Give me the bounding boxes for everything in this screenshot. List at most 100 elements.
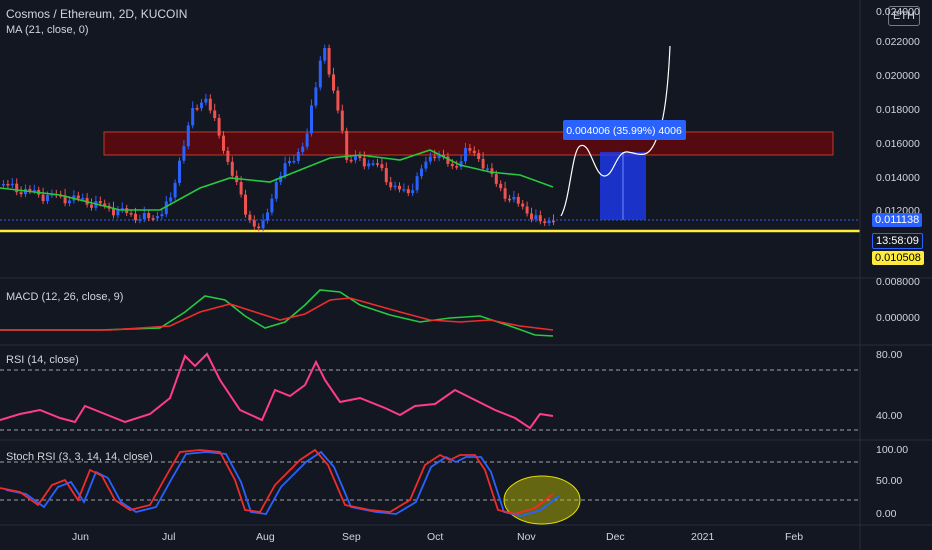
candle [156, 216, 159, 219]
candle [147, 213, 151, 219]
candle [508, 198, 511, 201]
candle [296, 151, 300, 161]
price-axis-label: 0.018000 [876, 104, 920, 116]
candle [543, 221, 547, 224]
candle [490, 168, 494, 175]
candle [178, 160, 181, 183]
candle [257, 226, 261, 229]
candle [424, 161, 428, 169]
candle [138, 219, 142, 221]
candle [420, 168, 423, 177]
candle [464, 148, 467, 162]
chart-title: Cosmos / Ethereum, 2D, KUCOIN [6, 7, 188, 21]
candle [98, 201, 102, 204]
candle [499, 183, 503, 189]
candle [516, 196, 520, 204]
candle [239, 181, 243, 195]
candle [116, 209, 120, 216]
candle [340, 110, 344, 131]
candle [494, 174, 498, 184]
chart-canvas[interactable]: 0.004006 (35.99%) 4006 [0, 0, 932, 550]
highlight-ellipse [503, 475, 581, 525]
time-axis-label: Jun [72, 531, 89, 543]
candle [411, 190, 415, 194]
candle [402, 189, 406, 191]
candle [261, 220, 265, 229]
candle [15, 183, 19, 193]
candle [81, 198, 85, 200]
candle [226, 150, 230, 162]
rsi-pane [0, 352, 860, 431]
candle [433, 156, 437, 159]
candle [244, 194, 247, 215]
price-axis-label: 0.020000 [876, 70, 920, 82]
stoch-axis-50: 50.00 [876, 475, 903, 487]
candle [305, 133, 309, 147]
ma-indicator-label[interactable]: MA (21, close, 0) [6, 24, 89, 36]
candle [398, 185, 401, 190]
support-price-tag: 0.010508 [872, 251, 924, 265]
price-axis-label: 0.014000 [876, 172, 920, 184]
candle [204, 98, 208, 103]
candle [6, 184, 10, 186]
candle [19, 192, 23, 195]
time-axis-label: Oct [427, 531, 444, 543]
countdown-tag: 13:58:09 [872, 233, 923, 249]
candle [2, 184, 5, 186]
candle [230, 161, 234, 176]
candle [323, 48, 327, 61]
candle [428, 156, 432, 162]
candle [358, 155, 362, 159]
time-axis-label: Dec [606, 531, 625, 543]
candle [455, 166, 459, 168]
stoch-axis-100: 100.00 [876, 444, 909, 456]
time-axis-label: Jul [162, 531, 176, 543]
candle [134, 213, 137, 221]
candle [310, 105, 313, 134]
stoch-rsi-label[interactable]: Stoch RSI (3, 3, 14, 14, close) [6, 451, 153, 463]
rsi-line [0, 352, 554, 430]
candle [288, 160, 291, 164]
candle [182, 146, 186, 161]
candle [217, 118, 221, 136]
candle [371, 163, 375, 165]
candle [129, 213, 133, 215]
candle [552, 220, 555, 223]
candle [76, 195, 80, 199]
candle [406, 189, 410, 194]
rsi-label[interactable]: RSI (14, close) [6, 354, 79, 366]
candle [222, 135, 225, 151]
price-axis-label: 0.022000 [876, 36, 920, 48]
candle [349, 159, 353, 162]
candle [547, 220, 551, 224]
candle [472, 150, 476, 154]
macd-label[interactable]: MACD (12, 26, close, 9) [6, 291, 123, 303]
candle [380, 164, 384, 169]
time-axis-label: Feb [785, 531, 804, 543]
price-axis-label: 0.016000 [876, 138, 920, 150]
candle [283, 163, 287, 176]
time-axis-label: Sep [342, 531, 361, 543]
candle [248, 214, 252, 221]
candle [68, 200, 71, 204]
candle [252, 220, 256, 227]
candle [327, 48, 331, 75]
candle [292, 160, 296, 163]
candle [314, 87, 318, 106]
candle [169, 197, 173, 202]
candle [336, 90, 340, 111]
candle [195, 107, 199, 110]
candle [393, 185, 397, 188]
macd-axis-label: 0.000000 [876, 312, 920, 324]
candle [481, 159, 485, 169]
last-price-tag: 0.011138 [872, 213, 923, 227]
candle [376, 163, 379, 165]
candle [151, 218, 155, 220]
candle [41, 194, 45, 202]
candle [208, 98, 212, 111]
candle [534, 215, 538, 220]
rsi-axis-40: 40.00 [876, 410, 903, 422]
candle [266, 212, 269, 221]
candle [142, 213, 146, 220]
time-axis-label: 2021 [691, 531, 715, 543]
